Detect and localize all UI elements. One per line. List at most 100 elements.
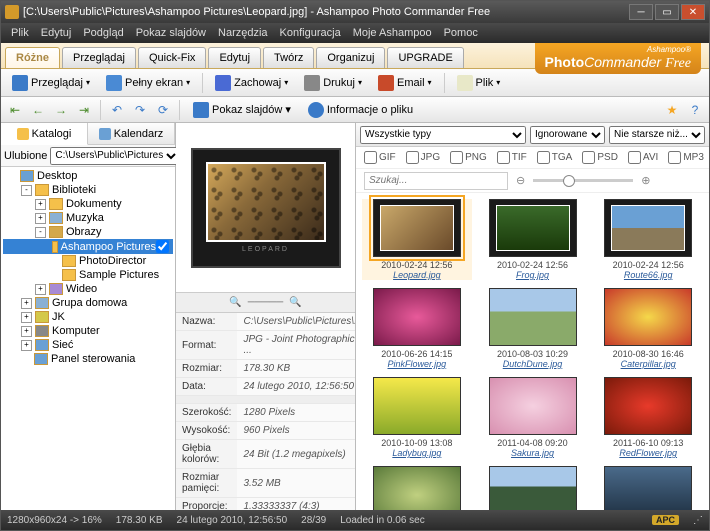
tree-node[interactable]: +JK: [3, 310, 173, 324]
tree-expand-icon[interactable]: +: [35, 284, 46, 295]
format-psd[interactable]: PSD: [582, 151, 618, 164]
email-button[interactable]: Email▾: [371, 72, 439, 94]
nav-last-icon[interactable]: ⇥: [74, 100, 94, 120]
menu-pokaz slajdów[interactable]: Pokaz slajdów: [130, 27, 212, 39]
thumb-smaller-icon[interactable]: ⊖: [516, 174, 525, 187]
thumbnail[interactable]: 2010-02-24 12:56 Route66.jpg: [593, 199, 703, 280]
thumbnail[interactable]: 2010-02-24 12:56 Leopard.jpg: [362, 199, 472, 280]
sidebar-tab-katalogi[interactable]: Katalogi: [1, 123, 88, 145]
thumbnail[interactable]: 2010-02-24 12:56 Frog.jpg: [478, 199, 588, 280]
tab-quick-fix[interactable]: Quick-Fix: [138, 47, 206, 68]
tree-node[interactable]: +Komputer: [3, 324, 173, 338]
format-tif[interactable]: TIF: [497, 151, 527, 164]
menu-edytuj[interactable]: Edytuj: [35, 27, 78, 39]
format-mp3[interactable]: MP3: [668, 151, 704, 164]
zachowaj-button[interactable]: Zachowaj▾: [208, 72, 295, 94]
status-date: 24 lutego 2010, 12:56:50: [177, 515, 288, 526]
close-button[interactable]: ✕: [681, 4, 705, 20]
menu-narzędzia[interactable]: Narzędzia: [212, 27, 274, 39]
nav-next-icon[interactable]: →: [51, 100, 71, 120]
sidebar-tab-kalendarz[interactable]: Kalendarz: [88, 123, 175, 144]
drukuj-button[interactable]: Drukuj▾: [297, 72, 369, 94]
file-info-button[interactable]: Informacje o pliku: [301, 99, 420, 121]
folder-icon: [62, 255, 76, 267]
menu-plik[interactable]: Plik: [5, 27, 35, 39]
tree-node[interactable]: +Wideo: [3, 282, 173, 296]
tree-node[interactable]: Ashampoo Pictures: [3, 239, 173, 254]
tab-edytuj[interactable]: Edytuj: [208, 47, 261, 68]
menu-konfiguracja[interactable]: Konfiguracja: [274, 27, 347, 39]
resize-grip-icon[interactable]: ⋰: [693, 515, 703, 526]
plik-button[interactable]: Plik▾: [450, 72, 508, 94]
thumbnail[interactable]: 2010-08-03 10:29 DutchDune.jpg: [478, 288, 588, 369]
tab-twórz[interactable]: Twórz: [263, 47, 314, 68]
thumbnail[interactable]: 2011-04-08 09:20 Sakura.jpg: [478, 377, 588, 458]
thumbnail[interactable]: 2011-06-10 09:13 RedFlower.jpg: [593, 377, 703, 458]
help-icon[interactable]: ?: [685, 100, 705, 120]
tree-expand-icon[interactable]: +: [21, 326, 32, 337]
rotate-right-icon[interactable]: ↷: [130, 100, 150, 120]
meta-row: Wysokość:960 Pixels: [176, 422, 355, 440]
tree-node[interactable]: PhotoDirector: [3, 254, 173, 268]
tab-różne[interactable]: Różne: [5, 47, 60, 68]
thumbnail[interactable]: [593, 466, 703, 510]
minimize-button[interactable]: ─: [629, 4, 653, 20]
tree-expand-icon[interactable]: -: [35, 227, 46, 238]
tree-node[interactable]: Panel sterowania: [3, 352, 173, 366]
tree-node[interactable]: Sample Pictures: [3, 268, 173, 282]
tree-node[interactable]: +Grupa domowa: [3, 296, 173, 310]
tree-expand-icon[interactable]: +: [21, 340, 32, 351]
tab-przeglądaj[interactable]: Przeglądaj: [62, 47, 136, 68]
thumbnail[interactable]: 2010-10-09 13:08 Ladybug.jpg: [362, 377, 472, 458]
tree-node[interactable]: +Dokumenty: [3, 197, 173, 211]
tree-node[interactable]: Desktop: [3, 169, 173, 183]
pełny ekran-button[interactable]: Pełny ekran▾: [99, 72, 197, 94]
tree-expand-icon[interactable]: +: [35, 213, 46, 224]
tree-checkbox[interactable]: [156, 240, 169, 253]
format-gif[interactable]: GIF: [364, 151, 396, 164]
tree-expand-icon[interactable]: +: [21, 298, 32, 309]
tree-node[interactable]: +Muzyka: [3, 211, 173, 225]
folder-icon: [20, 170, 34, 182]
search-input[interactable]: [364, 172, 508, 190]
tree-node[interactable]: -Biblioteki: [3, 183, 173, 197]
zoom-in-icon[interactable]: 🔍: [289, 297, 301, 308]
slideshow-button[interactable]: Pokaz slajdów▾: [186, 99, 298, 121]
thumb-larger-icon[interactable]: ⊕: [641, 174, 650, 187]
thumbnail[interactable]: 2010-08-30 16:46 Caterpillar.jpg: [593, 288, 703, 369]
format-jpg[interactable]: JPG: [406, 151, 440, 164]
nav-first-icon[interactable]: ⇤: [5, 100, 25, 120]
ignore-filter[interactable]: Ignorowane: [530, 126, 605, 144]
thumbnail-grid: 2010-02-24 12:56 Leopard.jpg 2010-02-24 …: [356, 193, 709, 510]
type-filter[interactable]: Wszystkie typy: [360, 126, 526, 144]
menu-moje ashampoo[interactable]: Moje Ashampoo: [347, 27, 438, 39]
tree-node[interactable]: +Sieć: [3, 338, 173, 352]
star-icon[interactable]: ★: [662, 100, 682, 120]
metadata-table: Nazwa:C:\Users\Public\Pictures\...Format…: [176, 313, 355, 510]
tab-upgrade[interactable]: UPGRADE: [387, 47, 463, 68]
folder-tree: Desktop-Biblioteki+Dokumenty+Muzyka-Obra…: [1, 167, 175, 510]
format-png[interactable]: PNG: [450, 151, 487, 164]
thumbnail[interactable]: [362, 466, 472, 510]
tab-organizuj[interactable]: Organizuj: [316, 47, 385, 68]
path-select[interactable]: C:\Users\Public\Pictures: [50, 147, 180, 165]
tree-node[interactable]: -Obrazy: [3, 225, 173, 239]
tree-expand-icon[interactable]: +: [35, 199, 46, 210]
age-filter[interactable]: Nie starsze niż...: [609, 126, 705, 144]
menu-podgląd[interactable]: Podgląd: [77, 27, 129, 39]
refresh-icon[interactable]: ⟳: [153, 100, 173, 120]
menu-pomoc[interactable]: Pomoc: [438, 27, 484, 39]
zoom-controls[interactable]: 🔍 ───── 🔍: [176, 293, 355, 313]
rotate-left-icon[interactable]: ↶: [107, 100, 127, 120]
zoom-out-icon[interactable]: 🔍: [229, 297, 241, 308]
przeglądaj-button[interactable]: Przeglądaj▾: [5, 72, 97, 94]
nav-prev-icon[interactable]: ←: [28, 100, 48, 120]
thumbnail[interactable]: [478, 466, 588, 510]
tree-expand-icon[interactable]: +: [21, 312, 32, 323]
thumbnail[interactable]: 2010-06-26 14:15 PinkFlower.jpg: [362, 288, 472, 369]
maximize-button[interactable]: ▭: [655, 4, 679, 20]
format-tga[interactable]: TGA: [537, 151, 573, 164]
format-avi[interactable]: AVI: [628, 151, 658, 164]
thumb-size-slider[interactable]: [533, 179, 633, 182]
tree-expand-icon[interactable]: -: [21, 185, 32, 196]
